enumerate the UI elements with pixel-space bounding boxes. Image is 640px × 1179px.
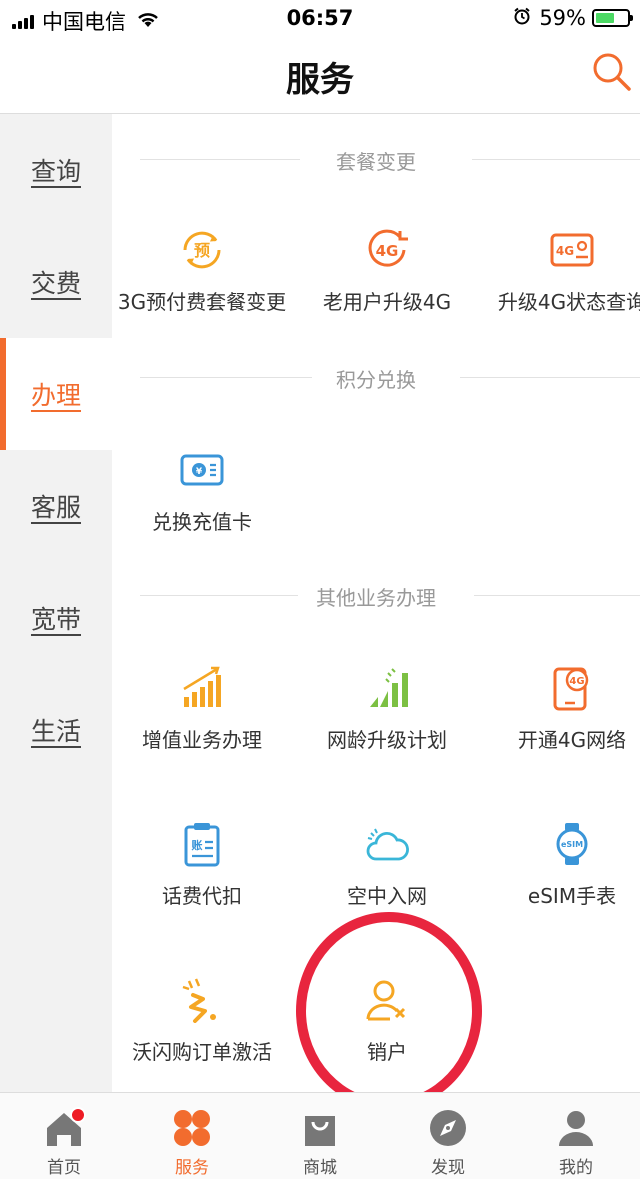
- service-item-label: 沃闪购订单激活: [132, 1040, 272, 1064]
- service-item-label: 老用户升级4G: [322, 290, 452, 314]
- nav-label: 首页: [47, 1158, 81, 1178]
- user-icon: [559, 1111, 593, 1146]
- esim-watch-icon: eSIM: [556, 823, 588, 865]
- sidebar-item-broadband[interactable]: 宽带: [0, 562, 112, 674]
- service-item-4g-status[interactable]: 4G 升级4G状态查询: [482, 224, 640, 315]
- notification-dot: [70, 1107, 86, 1123]
- svg-text:¥: ¥: [196, 467, 203, 477]
- sidebar-item-customer-service[interactable]: 客服: [0, 450, 112, 562]
- battery-icon: [592, 9, 633, 27]
- alarm-icon: [513, 6, 531, 30]
- cancel-account-icon: [366, 980, 406, 1021]
- service-item-label: 开通4G网络: [517, 728, 627, 752]
- service-item-bill-deduct[interactable]: 账 话费代扣: [112, 818, 292, 909]
- section-title: 其他业务办理: [112, 582, 640, 610]
- service-item-label: 话费代扣: [162, 884, 242, 908]
- nav-shop[interactable]: 商城: [256, 1093, 384, 1179]
- search-button[interactable]: [590, 50, 634, 94]
- 4g-status-icon: 4G: [550, 233, 594, 267]
- svg-text:4G: 4G: [569, 676, 584, 687]
- section-title: 套餐变更: [112, 146, 640, 174]
- cloud-icon: [366, 828, 409, 861]
- bill-deduct-icon: 账: [184, 823, 220, 867]
- service-item-label: 3G预付费套餐变更: [117, 290, 287, 314]
- service-item-label: eSIM手表: [527, 884, 617, 908]
- nav-mine[interactable]: 我的: [512, 1093, 640, 1179]
- service-item-open-4g[interactable]: 4G 开通4G网络: [482, 662, 640, 753]
- page-title: 服务: [286, 60, 354, 100]
- svg-text:4G: 4G: [376, 242, 399, 260]
- status-bar: 中国电信 06:57 59%: [0, 0, 640, 38]
- open-4g-icon: 4G: [553, 667, 589, 711]
- service-item-label: 增值业务办理: [142, 728, 262, 752]
- wo-flash-icon: [182, 978, 216, 1023]
- svg-text:账: 账: [192, 838, 203, 852]
- service-item-prepaid-change[interactable]: 预 3G预付费套餐变更: [112, 224, 292, 315]
- value-added-icon: [183, 666, 221, 707]
- service-item-network-age[interactable]: 网龄升级计划: [297, 662, 477, 753]
- service-item-label: 兑换充值卡: [152, 510, 252, 534]
- recharge-card-icon: ¥: [180, 454, 224, 486]
- compass-icon: [430, 1110, 466, 1146]
- service-item-cloud[interactable]: 空中入网: [297, 818, 477, 909]
- main-content: 套餐变更 预 3G预付费套餐变更 4G 老用户升级4G 4G 升级4G状态查询 …: [112, 114, 640, 1092]
- nav-label: 我的: [559, 1158, 593, 1178]
- nav-label: 服务: [175, 1158, 209, 1178]
- header: 服务: [0, 38, 640, 114]
- 4g-upgrade-icon: 4G: [368, 229, 408, 267]
- sidebar-item-handle[interactable]: 办理: [0, 338, 112, 450]
- service-item-wo-flash[interactable]: 沃闪购订单激活: [112, 974, 292, 1065]
- nav-service[interactable]: 服务: [128, 1093, 256, 1179]
- shop-icon: [305, 1116, 335, 1146]
- service-item-value-added[interactable]: 增值业务办理: [112, 662, 292, 753]
- service-icon: [174, 1110, 210, 1146]
- sidebar-item-payment[interactable]: 交费: [0, 226, 112, 338]
- svg-text:eSIM: eSIM: [561, 840, 583, 849]
- nav-discover[interactable]: 发现: [384, 1093, 512, 1179]
- service-item-esim-watch[interactable]: eSIM eSIM手表: [482, 818, 640, 909]
- service-item-label: 销户: [367, 1040, 407, 1064]
- bottom-nav: 首页 服务 商城 发现 我的: [0, 1092, 640, 1179]
- battery-percent: 59%: [539, 6, 586, 30]
- nav-label: 商城: [303, 1158, 337, 1178]
- sidebar-item-query[interactable]: 查询: [0, 114, 112, 226]
- network-age-icon: [370, 668, 408, 707]
- prepaid-icon: 预: [183, 231, 221, 269]
- svg-text:预: 预: [194, 241, 210, 260]
- nav-home[interactable]: 首页: [0, 1093, 128, 1179]
- nav-label: 发现: [431, 1158, 465, 1178]
- service-item-recharge-card[interactable]: ¥ 兑换充值卡: [112, 444, 292, 535]
- service-item-label: 网龄升级计划: [327, 728, 447, 752]
- sidebar: 查询 交费 办理 客服 宽带 生活: [0, 114, 112, 1092]
- svg-text:4G: 4G: [556, 244, 574, 258]
- section-title: 积分兑换: [112, 364, 640, 392]
- search-icon: [593, 53, 631, 91]
- service-item-label: 升级4G状态查询: [497, 290, 640, 314]
- service-item-cancel-account[interactable]: 销户: [297, 974, 477, 1065]
- service-item-label: 空中入网: [347, 884, 427, 908]
- service-item-4g-upgrade[interactable]: 4G 老用户升级4G: [297, 224, 477, 315]
- sidebar-item-life[interactable]: 生活: [0, 674, 112, 786]
